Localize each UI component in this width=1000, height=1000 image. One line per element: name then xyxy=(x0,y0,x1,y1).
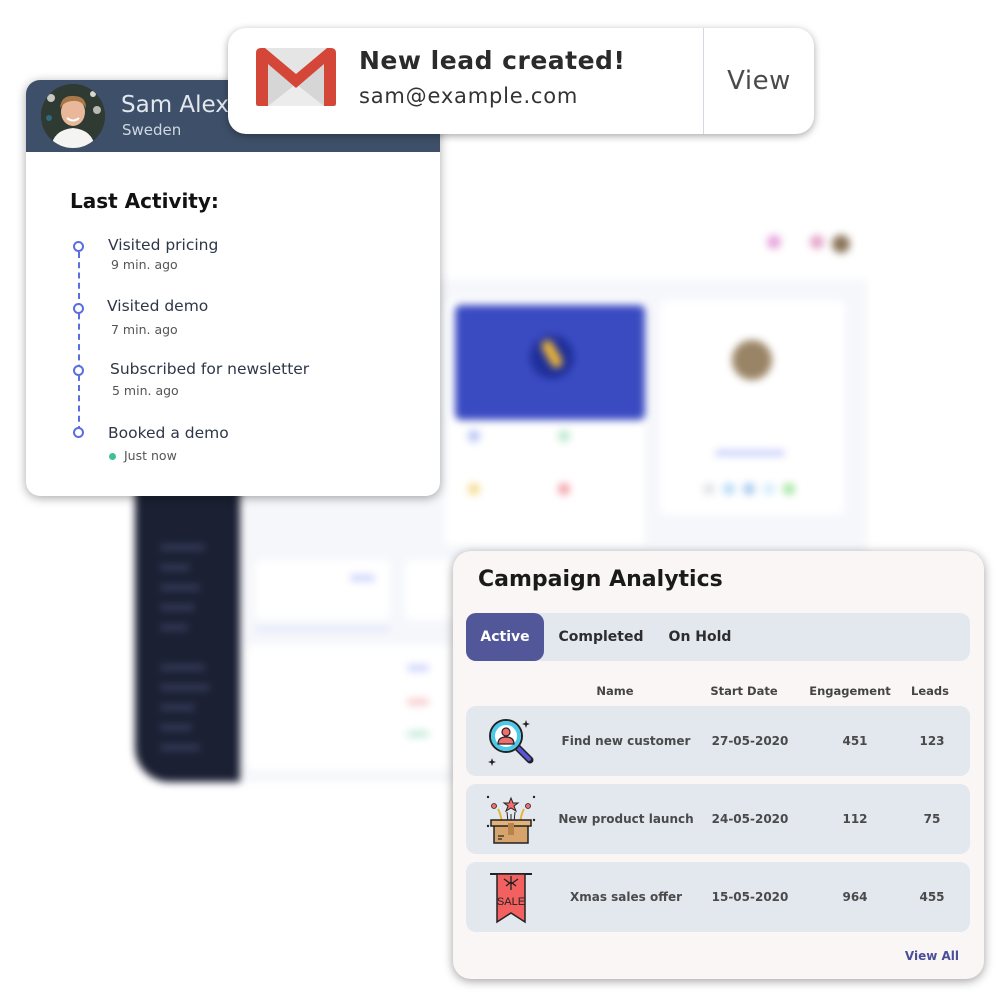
table-row[interactable]: Find new customer 27-05-2020 451 123 xyxy=(466,706,970,776)
product-launch-box-icon xyxy=(486,795,536,844)
campaign-name: Xmas sales offer xyxy=(569,890,683,904)
tab-completed[interactable]: Completed xyxy=(552,613,650,661)
activity-title: Booked a demo xyxy=(108,424,229,442)
last-activity-heading: Last Activity: xyxy=(70,189,219,213)
person-photo-icon xyxy=(41,84,105,148)
timeline-dot-icon xyxy=(73,427,84,438)
notification-title: New lead created! xyxy=(359,46,626,75)
campaign-start-date: 24-05-2020 xyxy=(711,812,789,826)
campaign-leads: 123 xyxy=(919,734,945,748)
activity-time: Just now xyxy=(124,448,177,463)
activity-time: 5 min. ago xyxy=(112,383,179,398)
background-profile-card xyxy=(660,300,845,515)
campaign-name: New product launch xyxy=(558,812,694,826)
background-stat-card xyxy=(255,560,390,620)
campaign-name: Find new customer xyxy=(561,734,691,748)
campaign-engagement: 112 xyxy=(842,812,868,826)
notification-email: sam@example.com xyxy=(359,84,579,108)
timeline-dot-icon xyxy=(73,303,84,314)
last-activity-card: Sam Alex Sweden Last Activity: Visited p… xyxy=(26,80,440,496)
sale-icon-text: SALE xyxy=(497,896,525,908)
campaign-analytics-card: Campaign Analytics Active Completed On H… xyxy=(453,551,984,979)
activity-time: 9 min. ago xyxy=(111,257,178,272)
view-all-link[interactable]: View All xyxy=(905,949,959,963)
table-row[interactable]: New product launch 24-05-2020 112 75 xyxy=(466,784,970,854)
avatar[interactable] xyxy=(41,84,105,148)
background-avatar xyxy=(732,340,772,380)
campaign-start-date: 27-05-2020 xyxy=(711,734,789,748)
profile-name: Sam Alex xyxy=(121,92,229,118)
timeline-dot-icon xyxy=(73,365,84,376)
activity-title: Subscribed for newsletter xyxy=(110,360,310,378)
campaign-engagement: 964 xyxy=(842,890,868,904)
profile-country: Sweden xyxy=(122,121,182,139)
campaign-leads: 455 xyxy=(919,890,945,904)
tab-active[interactable]: Active xyxy=(466,613,544,661)
timeline-dot-icon xyxy=(73,241,84,252)
search-customer-icon xyxy=(488,719,534,766)
sale-banner-icon: SALE xyxy=(490,873,532,924)
table-row[interactable]: SALE Xmas sales offer 15-05-2020 964 455 xyxy=(466,862,970,932)
background-list xyxy=(247,645,452,770)
campaign-leads: 75 xyxy=(923,812,941,826)
column-header-engagement[interactable]: Engagement xyxy=(809,684,891,698)
background-coin xyxy=(530,335,574,379)
campaign-title: Campaign Analytics xyxy=(478,567,723,592)
activity-time: 7 min. ago xyxy=(111,322,178,337)
tab-on-hold[interactable]: On Hold xyxy=(660,613,740,661)
live-status-dot-icon xyxy=(109,453,116,460)
column-header-start-date[interactable]: Start Date xyxy=(710,684,777,698)
timeline-line xyxy=(78,252,80,432)
gmail-icon xyxy=(256,48,336,106)
campaign-start-date: 15-05-2020 xyxy=(711,890,789,904)
campaign-tabs: Active Completed On Hold xyxy=(466,613,970,661)
activity-title: Visited pricing xyxy=(108,236,219,254)
column-header-leads[interactable]: Leads xyxy=(911,684,949,698)
activity-title: Visited demo xyxy=(107,297,209,315)
view-notification-button[interactable]: View xyxy=(704,28,814,134)
lead-notification: New lead created! sam@example.com View xyxy=(228,28,814,134)
column-header-name[interactable]: Name xyxy=(596,684,633,698)
campaign-engagement: 451 xyxy=(842,734,868,748)
